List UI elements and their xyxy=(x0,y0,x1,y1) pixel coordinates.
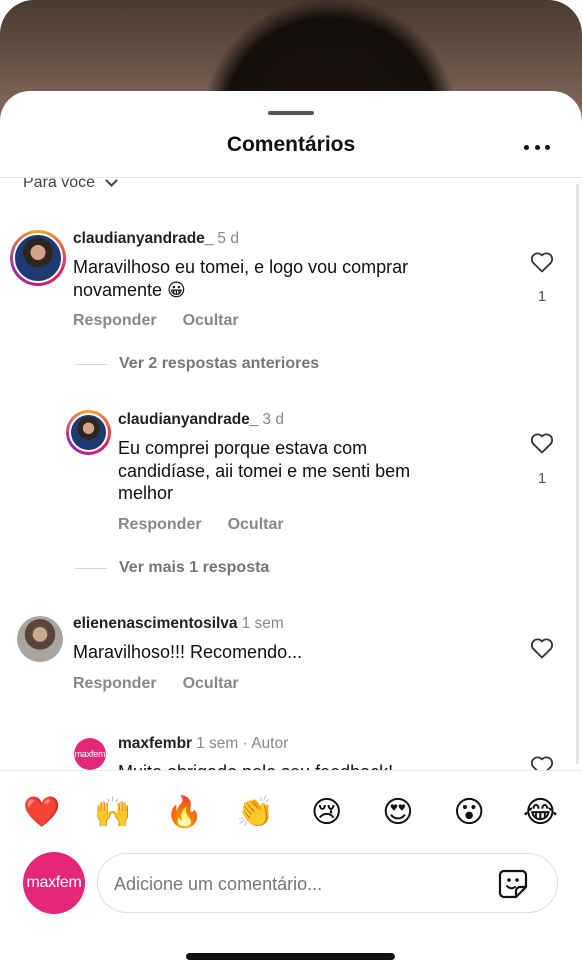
chevron-down-icon xyxy=(105,178,118,187)
heart-icon[interactable] xyxy=(530,637,554,659)
comment-text: Maravilhoso!!! Recomendo... xyxy=(73,642,303,662)
current-user-avatar: maxfem xyxy=(23,852,85,914)
comment-username[interactable]: claudianyandrade_ xyxy=(118,411,258,428)
hide-button[interactable]: Ocultar xyxy=(228,516,284,534)
tears-of-joy-emoji-button[interactable]: 😂 xyxy=(518,795,562,830)
sticker-icon[interactable] xyxy=(496,867,530,901)
comments-list[interactable]: Para você claudianyandrade_ 5 d Maravilho… xyxy=(0,178,582,770)
avatar[interactable] xyxy=(66,410,111,455)
comment-time: 5 d xyxy=(217,230,239,247)
hide-button[interactable]: Ocultar xyxy=(183,312,239,330)
heart-icon[interactable] xyxy=(530,251,554,273)
like-count: 1 xyxy=(537,288,547,305)
thread-line xyxy=(75,363,107,365)
view-more-replies-button[interactable]: Ver mais 1 resposta xyxy=(75,559,269,577)
comment-text: Maravilhoso eu tomei, e logo vou comprar… xyxy=(73,257,409,300)
comment-text: Eu comprei porque estava com candidíase,… xyxy=(118,438,411,503)
comment-time: 1 sem xyxy=(241,615,284,632)
scrollbar[interactable] xyxy=(576,184,579,764)
clapping-hands-emoji-button[interactable]: 👏 xyxy=(233,795,277,830)
crying-face-emoji-button[interactable]: 😢 xyxy=(305,795,349,830)
comment-input[interactable] xyxy=(114,868,484,900)
avatar[interactable] xyxy=(17,616,63,662)
sheet-title: Comentários xyxy=(226,133,356,156)
view-more-replies-label: Ver mais 1 resposta xyxy=(119,559,270,576)
view-previous-replies-button[interactable]: Ver 2 respostas anteriores xyxy=(75,355,319,373)
comment-composer xyxy=(97,853,558,913)
sheet-grabber[interactable] xyxy=(268,111,314,115)
raising-hands-emoji-button[interactable]: 🙌 xyxy=(91,795,135,830)
fire-emoji-button[interactable]: 🔥 xyxy=(162,795,206,830)
home-indicator xyxy=(186,953,395,960)
reply-button[interactable]: Responder xyxy=(73,675,157,693)
comment-username[interactable]: claudianyandrade_ xyxy=(73,230,213,247)
thread-line xyxy=(75,567,107,569)
reply-button[interactable]: Responder xyxy=(118,516,202,534)
avatar[interactable]: maxfem xyxy=(74,738,106,770)
more-options-icon[interactable] xyxy=(524,143,550,151)
sort-dropdown[interactable]: Para você xyxy=(23,178,118,194)
comment-username[interactable]: elienenascimentosilva xyxy=(73,615,238,632)
surprised-face-emoji-button[interactable]: 😮 xyxy=(447,795,491,830)
comment-text: Muito obrigado pelo seu feedback! xyxy=(118,761,518,770)
quick-reactions-bar: ❤️ 🙌 🔥 👏 😢 😍 😮 😂 xyxy=(0,790,582,834)
comment-username[interactable]: maxfembr xyxy=(118,735,192,752)
composer-divider xyxy=(0,770,582,771)
comment-time: 1 sem · Autor xyxy=(196,735,289,752)
sort-label: Para você xyxy=(23,178,96,191)
heart-eyes-emoji-button[interactable]: 😍 xyxy=(376,795,420,830)
view-previous-replies-label: Ver 2 respostas anteriores xyxy=(119,355,320,372)
comment-time: 3 d xyxy=(262,411,284,428)
reply-button[interactable]: Responder xyxy=(73,312,157,330)
avatar[interactable] xyxy=(10,230,66,286)
like-count: 1 xyxy=(537,470,547,487)
heart-icon[interactable] xyxy=(530,755,554,770)
heart-icon[interactable] xyxy=(530,432,554,454)
hide-button[interactable]: Ocultar xyxy=(183,675,239,693)
red-heart-emoji-button[interactable]: ❤️ xyxy=(20,795,64,830)
